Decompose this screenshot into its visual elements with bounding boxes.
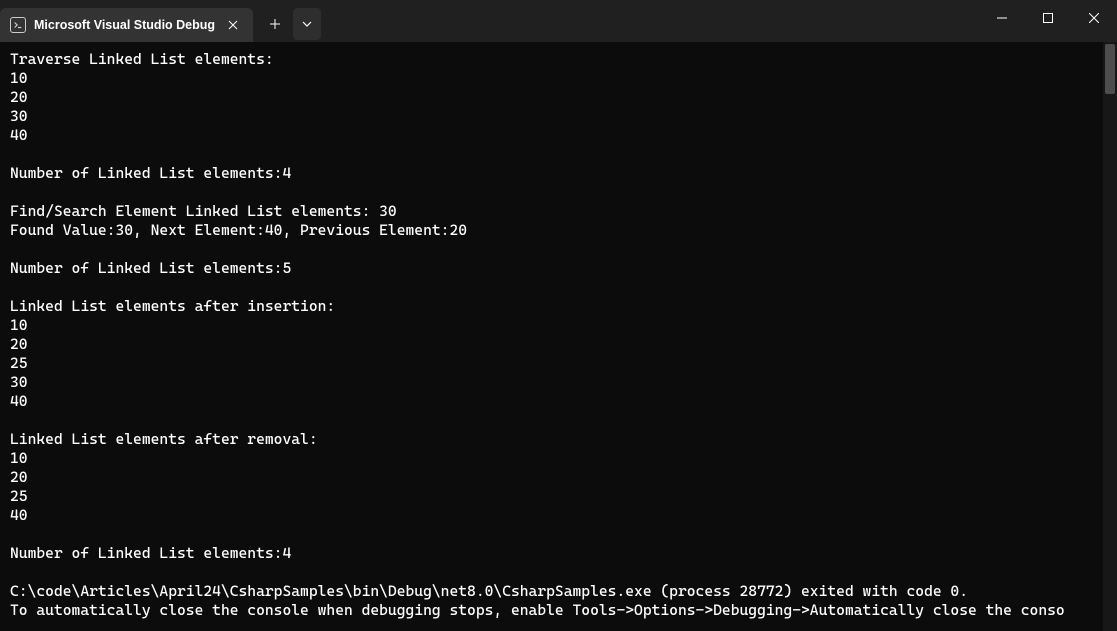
scrollbar-thumb[interactable]: [1105, 44, 1115, 94]
terminal-icon: [10, 17, 26, 33]
tab-title: Microsoft Visual Studio Debug: [34, 18, 215, 32]
maximize-button[interactable]: [1025, 0, 1071, 36]
tab-close-button[interactable]: [223, 15, 243, 35]
console-output: Traverse Linked List elements: 10 20 30 …: [10, 50, 1107, 620]
tab-area: Microsoft Visual Studio Debug: [0, 0, 321, 42]
minimize-button[interactable]: [979, 0, 1025, 36]
close-button[interactable]: [1071, 0, 1117, 36]
new-tab-button[interactable]: [259, 8, 291, 40]
vertical-scrollbar[interactable]: [1103, 42, 1117, 631]
titlebar: Microsoft Visual Studio Debug: [0, 0, 1117, 42]
active-tab[interactable]: Microsoft Visual Studio Debug: [0, 8, 253, 42]
tab-dropdown-button[interactable]: [293, 8, 321, 40]
window-controls: [979, 0, 1117, 36]
console-area[interactable]: Traverse Linked List elements: 10 20 30 …: [0, 42, 1117, 631]
